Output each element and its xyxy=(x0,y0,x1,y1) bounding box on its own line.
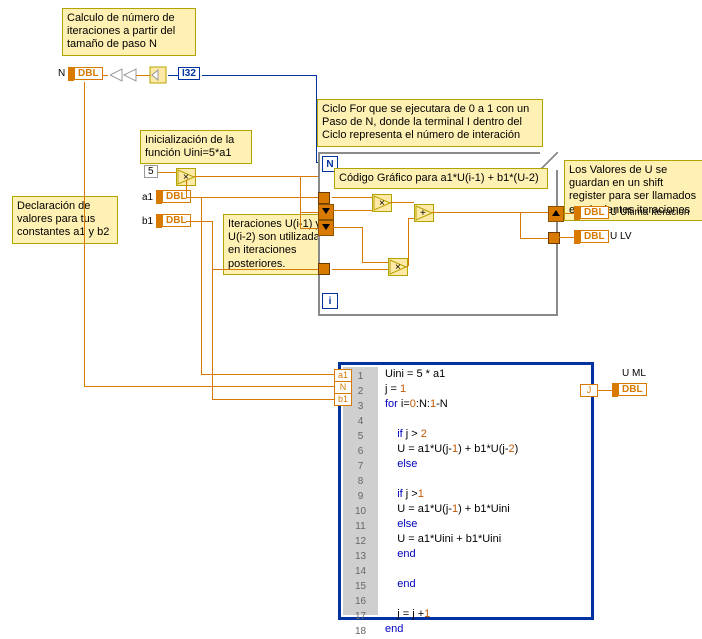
to-i32-coerce xyxy=(148,65,170,85)
multiply-node-u2: × xyxy=(388,258,408,276)
i32-terminal: I32 xyxy=(178,67,200,80)
wire xyxy=(390,202,414,203)
shift-register-right xyxy=(548,206,564,222)
wire xyxy=(406,266,408,267)
add-node: + xyxy=(414,204,434,222)
svg-text:×: × xyxy=(379,198,385,209)
svg-text:×: × xyxy=(395,262,401,273)
wire xyxy=(520,238,548,239)
wire xyxy=(332,227,362,228)
wire-i32 xyxy=(316,75,317,162)
tunnel-a1 xyxy=(318,192,330,204)
script-out-j: J xyxy=(580,384,598,397)
n-label: N xyxy=(58,68,65,79)
u-ultima-indicator[interactable]: DBL xyxy=(580,206,609,219)
indicator-arrow xyxy=(574,206,580,220)
comment-init: Inicialización de la función Uini=5*a1 xyxy=(140,130,252,164)
a1-label: a1 xyxy=(142,192,153,203)
u-lv-label: U LV xyxy=(610,231,632,242)
wire xyxy=(520,212,521,238)
wire xyxy=(212,221,213,269)
wire xyxy=(300,176,318,177)
numeric-constant-5[interactable]: 5 xyxy=(144,165,158,178)
wire xyxy=(212,269,320,270)
wire xyxy=(212,269,213,399)
wire xyxy=(300,176,301,228)
shift-register-left-2 xyxy=(318,220,334,236)
n-dbl-terminal[interactable]: DBL xyxy=(74,67,103,80)
wire-i32 xyxy=(168,75,178,76)
u-ml-indicator[interactable]: DBL xyxy=(618,383,647,396)
wire xyxy=(186,221,212,222)
comment-decl: Declaración de valores para tus constant… xyxy=(12,196,118,244)
comment-forloop: Ciclo For que se ejecutara de 0 a 1 con … xyxy=(317,99,543,147)
wire xyxy=(84,82,85,386)
indicator-arrow xyxy=(574,230,580,244)
wire xyxy=(332,210,372,211)
for-loop-i-terminal: i xyxy=(322,293,338,309)
shift-register-left-1 xyxy=(318,204,334,220)
tunnel-b1 xyxy=(318,263,330,275)
script-in-b1: b1 xyxy=(334,393,352,406)
wire xyxy=(300,228,318,229)
output-tunnel xyxy=(548,232,560,244)
u-lv-indicator[interactable]: DBL xyxy=(580,230,609,243)
wire xyxy=(408,218,414,219)
wire xyxy=(332,269,388,270)
u-ultima-label: U Ultima Iteracion xyxy=(610,207,689,218)
wire-i32 xyxy=(202,75,316,76)
wire xyxy=(362,262,388,263)
wire xyxy=(201,197,202,374)
comment-calc: Calculo de número de iteraciones a parti… xyxy=(62,8,196,56)
wire xyxy=(300,212,318,213)
indicator-arrow xyxy=(612,383,618,397)
multiply-node-u1: × xyxy=(372,194,392,212)
wire xyxy=(212,399,337,400)
wire xyxy=(84,386,337,387)
num: 1 xyxy=(400,383,406,395)
wire xyxy=(362,227,363,262)
mathscript-code[interactable]: Uini = 5 * a1 j = 1 for i=0:N:1-N if j >… xyxy=(385,367,581,615)
svg-text:+: + xyxy=(420,208,426,219)
mathscript-node[interactable]: 1234 5678 9101112 13141516 1718 Uini = 5… xyxy=(338,362,594,620)
u-ml-label: U ML xyxy=(622,368,646,379)
wire xyxy=(332,197,372,198)
wire xyxy=(432,212,550,213)
comment-codigo: Código Gráfico para a1*U(i-1) + b1*(U-2) xyxy=(334,168,548,189)
wire xyxy=(158,172,176,173)
wire xyxy=(201,374,337,375)
b1-label: b1 xyxy=(142,216,153,227)
wire xyxy=(408,218,409,266)
wire xyxy=(186,180,187,197)
